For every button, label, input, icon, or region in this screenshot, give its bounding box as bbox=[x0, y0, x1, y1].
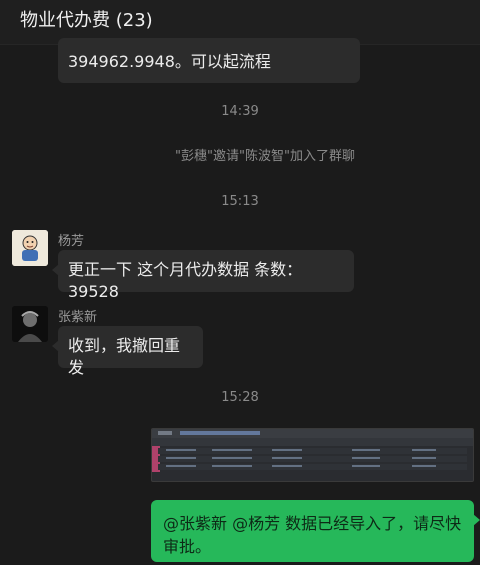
chat-title[interactable]: 物业代办费 (23) bbox=[20, 6, 153, 32]
message-bubble-top[interactable]: 394962.9948。可以起流程 bbox=[58, 38, 360, 83]
sender-name: 张紫新 bbox=[58, 310, 98, 325]
message-bubble[interactable]: 更正一下 这个月代办数据 条数：39528 bbox=[52, 250, 354, 301]
dark-portrait-avatar-icon bbox=[12, 306, 48, 342]
avatar[interactable] bbox=[12, 306, 48, 342]
image-message[interactable] bbox=[151, 428, 474, 482]
message-bubble[interactable]: 收到，我撤回重发 bbox=[52, 326, 203, 377]
message-text: 收到，我撤回重发 bbox=[68, 336, 181, 377]
avatar[interactable] bbox=[12, 230, 48, 266]
timestamp: 14:39 bbox=[221, 104, 259, 119]
message-text: 更正一下 这个月代办数据 条数：39528 bbox=[68, 260, 303, 301]
cartoon-avatar-icon bbox=[12, 230, 48, 266]
sender-name: 杨芳 bbox=[58, 234, 85, 249]
spreadsheet-screenshot-icon bbox=[158, 431, 436, 467]
system-message: "彭穗"邀请"陈波智"加入了群聊 bbox=[175, 149, 355, 164]
timestamp: 15:28 bbox=[221, 390, 259, 405]
message-text: 394962.9948。可以起流程 bbox=[68, 52, 271, 71]
self-message-bubble[interactable]: @张紫新 @杨芳 数据已经导入了，请尽快审批。 bbox=[151, 500, 480, 562]
message-text: @张紫新 @杨芳 数据已经导入了，请尽快审批。 bbox=[163, 514, 462, 556]
timestamp: 15:13 bbox=[221, 194, 259, 209]
